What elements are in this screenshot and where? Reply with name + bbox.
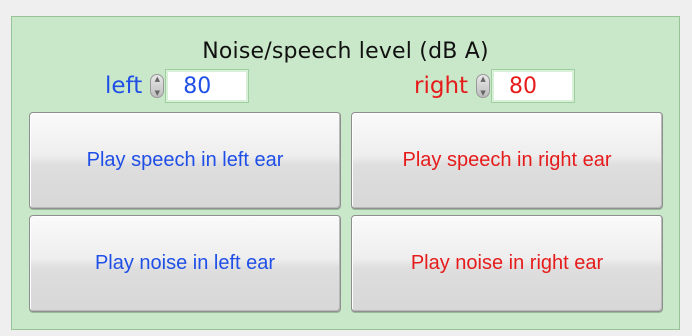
right-level-control: right ▲ ▼ 80 bbox=[414, 66, 576, 106]
left-level-control: left ▲ ▼ 80 bbox=[105, 66, 250, 106]
play-noise-right-button[interactable]: Play noise in right ear bbox=[351, 215, 663, 312]
left-spinner-icon[interactable]: ▲ ▼ bbox=[150, 74, 165, 98]
panel-title: Noise/speech level (dB A) bbox=[202, 39, 489, 64]
right-level-label: right bbox=[414, 73, 469, 99]
left-level-field[interactable]: 80 bbox=[165, 69, 250, 103]
right-spinner-icon[interactable]: ▲ ▼ bbox=[476, 74, 491, 98]
left-level-label: left bbox=[105, 73, 143, 99]
right-level-field[interactable]: 80 bbox=[491, 69, 576, 103]
play-noise-left-button[interactable]: Play noise in left ear bbox=[29, 215, 341, 312]
play-speech-left-button[interactable]: Play speech in left ear bbox=[29, 112, 341, 209]
play-speech-right-button[interactable]: Play speech in right ear bbox=[351, 112, 663, 209]
